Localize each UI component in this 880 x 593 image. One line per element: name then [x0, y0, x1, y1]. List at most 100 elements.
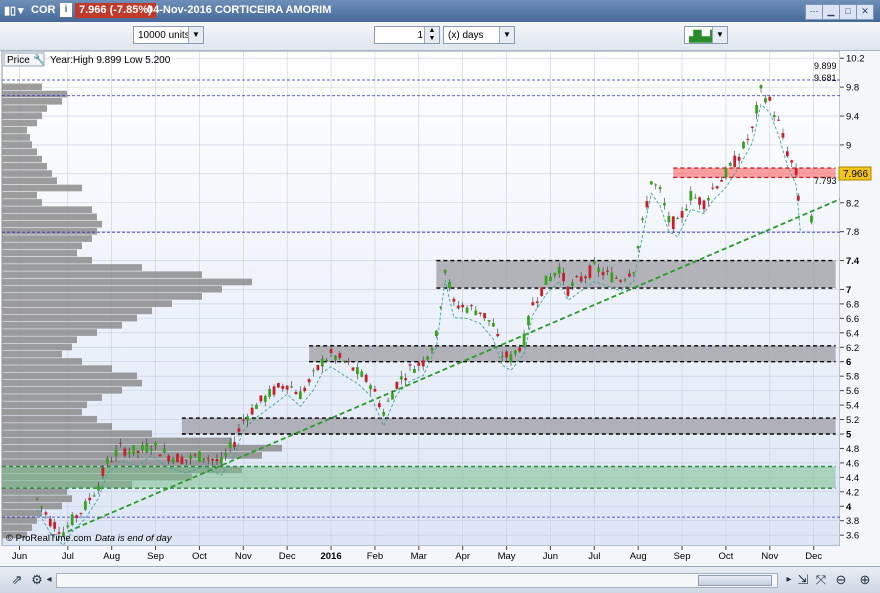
- price-axis[interactable]: 10.29.89.498.68.27.87.476.86.66.46.265.8…: [840, 51, 880, 566]
- candle-body: [70, 514, 74, 525]
- zoom-in-icon[interactable]: ⊕: [856, 571, 874, 589]
- volume-profile-bar: [2, 293, 202, 300]
- window-menu-icon[interactable]: ⋯: [805, 4, 823, 20]
- candle-body: [184, 459, 188, 461]
- candle-body: [649, 181, 653, 185]
- zoom-out-icon[interactable]: ⊖: [832, 571, 850, 589]
- candle-body: [417, 362, 421, 366]
- export-icon[interactable]: ⇗: [8, 571, 26, 589]
- auto-scale-icon[interactable]: ⇲: [794, 571, 812, 589]
- data-note: Data is end of day: [95, 533, 173, 544]
- stepper-arrows-icon[interactable]: ▲ ▼: [424, 27, 439, 43]
- candle-body: [606, 270, 609, 272]
- volume-profile-bar: [2, 134, 30, 141]
- zone-rect: [181, 418, 836, 434]
- level-low-label: 7.793: [814, 176, 837, 186]
- units-select[interactable]: 10000 units ▼: [133, 26, 204, 44]
- chart-area[interactable]: 10.29.89.498.68.27.87.476.86.66.46.265.8…: [0, 50, 880, 566]
- volume-profile-bar: [2, 105, 47, 112]
- candle-body: [698, 197, 702, 205]
- candlestick-style-icon: ▟▙▟: [689, 31, 715, 43]
- candle-body: [588, 265, 592, 278]
- volume-profile-bar: [2, 488, 67, 495]
- volume-profile-bar: [2, 365, 112, 372]
- year-range-info: Year:High 9.899 Low 5.200: [50, 55, 171, 66]
- volume-profile-bar: [2, 112, 42, 120]
- candle-body: [500, 355, 504, 358]
- time-tick-label: Sep: [147, 551, 164, 562]
- candle-body: [342, 360, 346, 362]
- time-tick-label: Apr: [455, 551, 470, 562]
- candle-body: [329, 349, 333, 353]
- candle-body: [810, 215, 813, 223]
- period-unit-select[interactable]: (x) days ▼: [443, 26, 515, 44]
- candle-body: [601, 271, 605, 276]
- price-label: Price: [7, 55, 30, 66]
- close-button[interactable]: ✕: [856, 4, 874, 20]
- candle-body: [338, 353, 342, 358]
- candle-body: [785, 151, 789, 157]
- candle-body: [377, 403, 381, 408]
- candle-body: [724, 168, 728, 178]
- time-axis[interactable]: Jun Jul Aug Sep Oct Nov Dec 2016 Feb Mar Apr May Jun…: [0, 546, 840, 566]
- zone-rect: [2, 466, 836, 489]
- candle-body: [522, 333, 526, 347]
- candle-body: [562, 272, 565, 282]
- level-high-label: 9.899: [814, 61, 837, 71]
- chevron-down-icon[interactable]: ▾: [18, 4, 24, 17]
- candle-body: [202, 458, 206, 460]
- chevron-down-icon[interactable]: ▼: [712, 27, 727, 43]
- candle-body: [456, 305, 460, 309]
- candle-body: [158, 454, 162, 457]
- candle-body: [496, 333, 500, 337]
- candle-body: [382, 412, 386, 416]
- candle-body: [421, 360, 425, 367]
- candle-body: [215, 458, 219, 462]
- candle-body: [233, 441, 236, 447]
- candle-body: [294, 391, 298, 395]
- volume-profile-bar: [2, 300, 172, 307]
- candle-body: [303, 387, 307, 392]
- price-chart[interactable]: 10.29.89.498.68.27.87.476.86.66.46.265.8…: [0, 50, 880, 566]
- volume-profile-bar: [2, 213, 97, 221]
- volume-profile-bar: [2, 285, 222, 293]
- candle-body: [518, 347, 522, 352]
- price-tick-label: 6.2: [846, 343, 859, 354]
- chart-style-select[interactable]: ▟▙▟ ▼: [684, 26, 728, 44]
- candle-body: [369, 385, 372, 390]
- horizontal-scrollbar[interactable]: [56, 573, 778, 588]
- candle-body: [386, 400, 390, 402]
- candle-body: [79, 513, 83, 515]
- chart-type-icon[interactable]: ▮▯: [4, 4, 16, 17]
- chevron-down-icon[interactable]: ▼: [499, 27, 514, 43]
- candle-body: [347, 361, 351, 363]
- volume-profile-bar: [2, 379, 142, 387]
- candle-body: [35, 498, 39, 500]
- level-mid-label: 9.681: [814, 73, 837, 83]
- symbol-label[interactable]: COR: [31, 4, 55, 16]
- volume-profile-bar: [2, 372, 137, 380]
- info-icon[interactable]: i: [60, 3, 72, 17]
- candle-body: [628, 273, 631, 277]
- price-tick-label: 6.4: [846, 328, 859, 339]
- wrench-icon[interactable]: 🔧: [33, 53, 45, 66]
- candle-body: [491, 322, 495, 327]
- maximize-button[interactable]: □: [839, 4, 857, 20]
- candle-body: [737, 156, 741, 161]
- candle-body: [219, 456, 223, 464]
- volume-profile-bar: [2, 249, 77, 257]
- volume-profile-bar: [2, 502, 62, 510]
- period-stepper[interactable]: 1 ▲ ▼: [374, 26, 440, 44]
- candle-body: [505, 351, 508, 358]
- scrollbar-thumb[interactable]: [698, 575, 772, 586]
- zoom-tool-icon[interactable]: ⤧: [812, 571, 830, 589]
- candle-body: [110, 461, 114, 463]
- chevron-down-icon[interactable]: ▼: [188, 27, 203, 43]
- candle-body: [584, 276, 587, 279]
- candle-body: [105, 458, 109, 464]
- volume-profile-bar: [2, 408, 82, 416]
- price-tick-label: 7: [846, 285, 851, 296]
- candle-body: [509, 354, 513, 363]
- candle-body: [92, 495, 96, 497]
- minimize-button[interactable]: ▁: [822, 4, 840, 20]
